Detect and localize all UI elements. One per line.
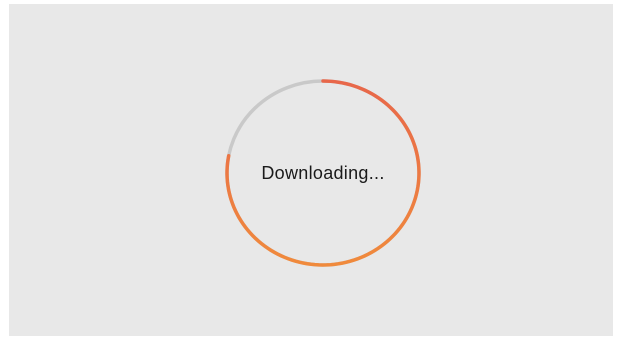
loading-panel: Downloading...	[9, 4, 613, 336]
downloading-label: Downloading...	[261, 162, 385, 183]
